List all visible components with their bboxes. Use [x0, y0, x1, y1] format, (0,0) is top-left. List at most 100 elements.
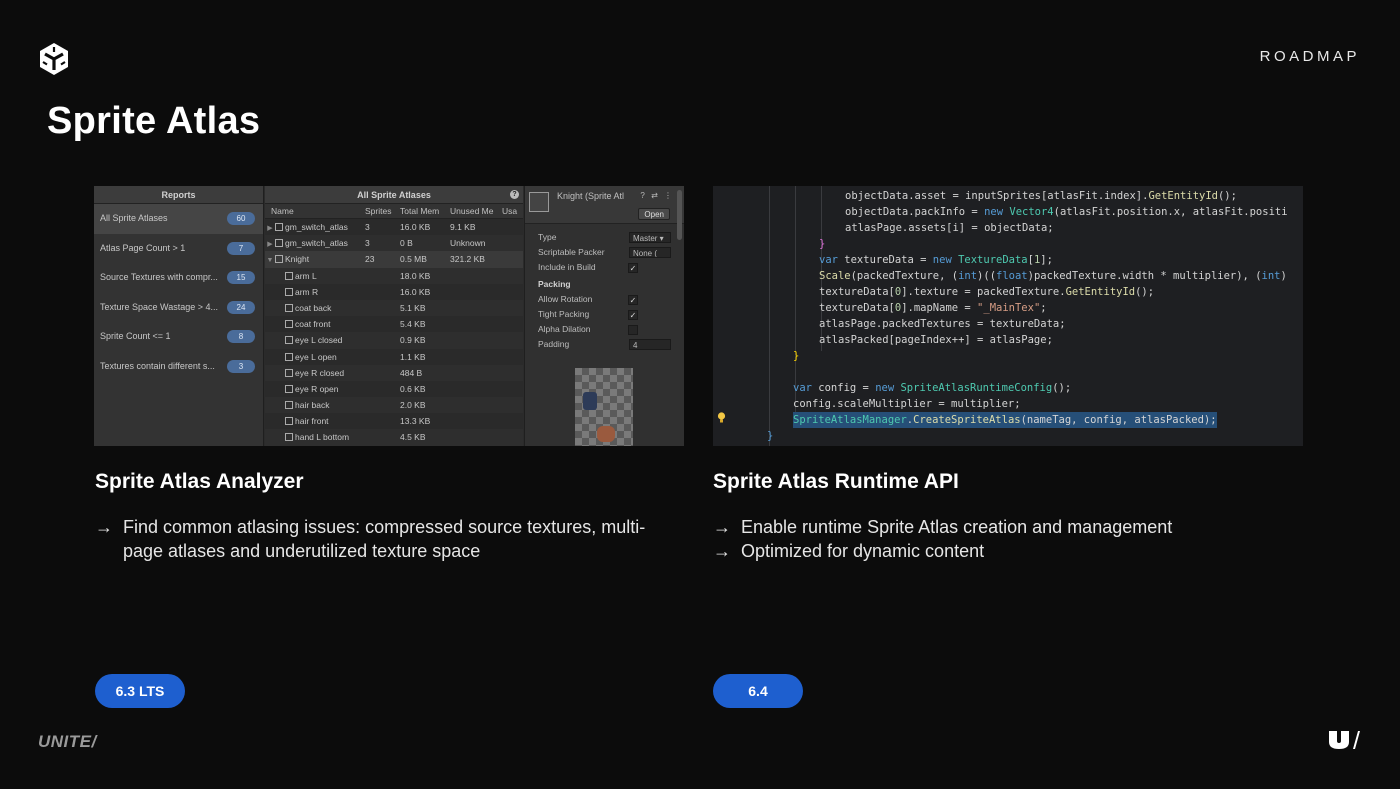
sprite-icon — [275, 255, 283, 264]
expand-arrow-icon[interactable]: ▶ — [265, 221, 275, 235]
row-unused-memory: 321.2 KB — [450, 254, 485, 265]
row-sprites — [361, 397, 396, 413]
table-header: Name Sprites Total Mem Unused Me Usa — [265, 204, 523, 219]
table-row[interactable]: eye L closed 0.9 KB — [265, 332, 523, 349]
arrow-right-icon: → — [95, 517, 113, 537]
code-line[interactable]: } — [767, 428, 773, 444]
property-dropdown[interactable]: None ( — [629, 247, 671, 258]
code-screenshot: objectData.asset = inputSprites[atlasFit… — [713, 186, 1303, 446]
row-total-memory: 1.1 KB — [400, 351, 426, 362]
row-unused-memory — [446, 316, 500, 332]
row-sprites — [361, 429, 396, 445]
code-line[interactable]: atlasPacked[pageIndex++] = atlasPage; — [819, 332, 1053, 348]
sprite-atlas-icon — [529, 192, 549, 212]
sprite-icon — [285, 384, 293, 393]
property-label: Include in Build — [538, 262, 596, 272]
sprite-icon — [285, 320, 293, 329]
report-count-badge: 24 — [227, 300, 255, 314]
sprite-icon — [285, 352, 293, 361]
row-name: arm L — [295, 270, 317, 281]
knight-sprite-part — [583, 392, 597, 410]
report-label: All Sprite Atlases — [100, 213, 168, 223]
indent-guide — [769, 186, 770, 446]
inspector-menu-icons[interactable]: ? ⇄ ⋮ — [640, 191, 674, 200]
property-label: Packing — [538, 279, 571, 289]
table-row[interactable]: eye R closed 484 B — [265, 364, 523, 381]
property-dropdown[interactable]: Master ▾ — [629, 232, 671, 243]
row-name: eye R open — [295, 383, 339, 394]
code-line[interactable]: Scale(packedTexture, (int)((float)packed… — [819, 268, 1287, 284]
report-item[interactable]: Textures contain different s... 3 — [94, 352, 263, 382]
table-row[interactable]: arm R 16.0 KB — [265, 284, 523, 300]
property-row: Tight Packing ✓ — [525, 307, 684, 322]
reports-pane: Reports All Sprite Atlases 60 Atlas Page C… — [94, 186, 264, 446]
arrow-right-icon: → — [713, 517, 731, 537]
column-header[interactable]: Usa — [500, 204, 523, 218]
report-label: Textures contain different s... — [100, 360, 215, 371]
expand-arrow-icon[interactable]: ▶ — [265, 237, 275, 251]
row-sprites — [361, 413, 396, 429]
property-dropdown[interactable]: 4 — [629, 339, 671, 350]
code-line[interactable]: config.scaleMultiplier = multiplier; — [793, 396, 1021, 412]
table-row[interactable]: coat front 5.4 KB — [265, 316, 523, 332]
report-item[interactable]: Sprite Count <= 1 8 — [94, 322, 263, 352]
code-line[interactable]: objectData.asset = inputSprites[atlasFit… — [845, 188, 1237, 204]
code-line[interactable]: textureData[0].texture = packedTexture.G… — [819, 284, 1154, 300]
open-button[interactable]: Open — [638, 208, 670, 220]
report-item[interactable]: Atlas Page Count > 1 7 — [94, 234, 263, 264]
sprite-icon — [275, 223, 283, 231]
row-name: coat front — [295, 319, 331, 330]
expand-arrow-icon[interactable]: ▼ — [265, 253, 275, 267]
property-checkbox[interactable]: ✓ — [628, 295, 638, 305]
table-row[interactable]: eye R open 0.6 KB — [265, 381, 523, 397]
column-header[interactable]: Total Mem — [396, 204, 446, 218]
row-name: eye L closed — [295, 335, 343, 346]
table-row[interactable]: arm L 18.0 KB — [265, 267, 523, 284]
runtime-api-title: Sprite Atlas Runtime API — [713, 470, 959, 493]
code-line[interactable]: SpriteAtlasManager.CreateSpriteAtlas(nam… — [793, 412, 1217, 428]
report-count-badge: 60 — [227, 212, 255, 225]
table-row[interactable]: ▶ gm_switch_atlas 3 16.0 KB 9.1 KB — [265, 219, 523, 235]
row-unused-memory — [446, 300, 500, 316]
code-line[interactable]: objectData.packInfo = new Vector4(atlasF… — [845, 204, 1288, 220]
code-line[interactable]: } — [793, 348, 799, 364]
report-item[interactable]: All Sprite Atlases 60 — [94, 204, 263, 234]
property-checkbox[interactable]: ✓ — [628, 263, 638, 273]
property-checkbox[interactable] — [628, 325, 638, 335]
property-row: Allow Rotation ✓ — [525, 292, 684, 307]
code-line[interactable]: } — [819, 236, 825, 252]
row-sprites — [361, 300, 396, 316]
code-line[interactable]: atlasPage.packedTextures = textureData; — [819, 316, 1066, 332]
table-row[interactable]: hand L bottom 4.5 KB — [265, 429, 523, 446]
column-header[interactable]: Sprites — [361, 204, 396, 218]
column-header[interactable]: Unused Me — [446, 204, 500, 218]
column-header[interactable]: Name — [265, 204, 361, 218]
report-item[interactable]: Texture Space Wastage > 4... 24 — [94, 293, 263, 323]
table-row[interactable]: eye L open 1.1 KB — [265, 349, 523, 365]
property-checkbox[interactable]: ✓ — [628, 310, 638, 320]
row-total-memory: 4.5 KB — [400, 432, 426, 443]
sprite-icon — [275, 239, 283, 248]
unite-u-logo-icon — [1329, 731, 1360, 749]
row-total-memory: 0.6 KB — [400, 383, 426, 394]
table-row[interactable]: hair back 2.0 KB — [265, 397, 523, 414]
row-total-memory: 0.5 MB — [400, 254, 427, 265]
table-row[interactable]: hair front 13.3 KB — [265, 413, 523, 429]
row-sprites — [361, 316, 396, 332]
help-icon[interactable]: ? — [510, 190, 519, 199]
table-row[interactable]: coat back 5.1 KB — [265, 299, 523, 317]
table-row[interactable]: ▶ gm_switch_atlas 3 0 B Unknown — [265, 235, 523, 252]
sprite-icon — [285, 287, 293, 296]
code-line[interactable]: var textureData = new TextureData[1]; — [819, 252, 1053, 268]
code-line[interactable]: var config = new SpriteAtlasRuntimeConfi… — [793, 380, 1071, 396]
row-sprites: 23 — [365, 254, 375, 265]
lightbulb-icon[interactable] — [717, 412, 726, 423]
table-row[interactable]: ▼ Knight 23 0.5 MB 321.2 KB — [265, 251, 523, 268]
property-row: Scriptable Packer None ( — [525, 245, 684, 260]
code-line[interactable]: atlasPage.assets[i] = objectData; — [845, 220, 1054, 236]
report-item[interactable]: Source Textures with compr... 15 — [94, 263, 263, 293]
code-line[interactable]: textureData[0].mapName = "_MainTex"; — [819, 300, 1047, 316]
atlas-preview — [575, 368, 633, 446]
property-label: Type — [538, 232, 557, 242]
unite-brand: UNITE/ — [38, 732, 97, 751]
